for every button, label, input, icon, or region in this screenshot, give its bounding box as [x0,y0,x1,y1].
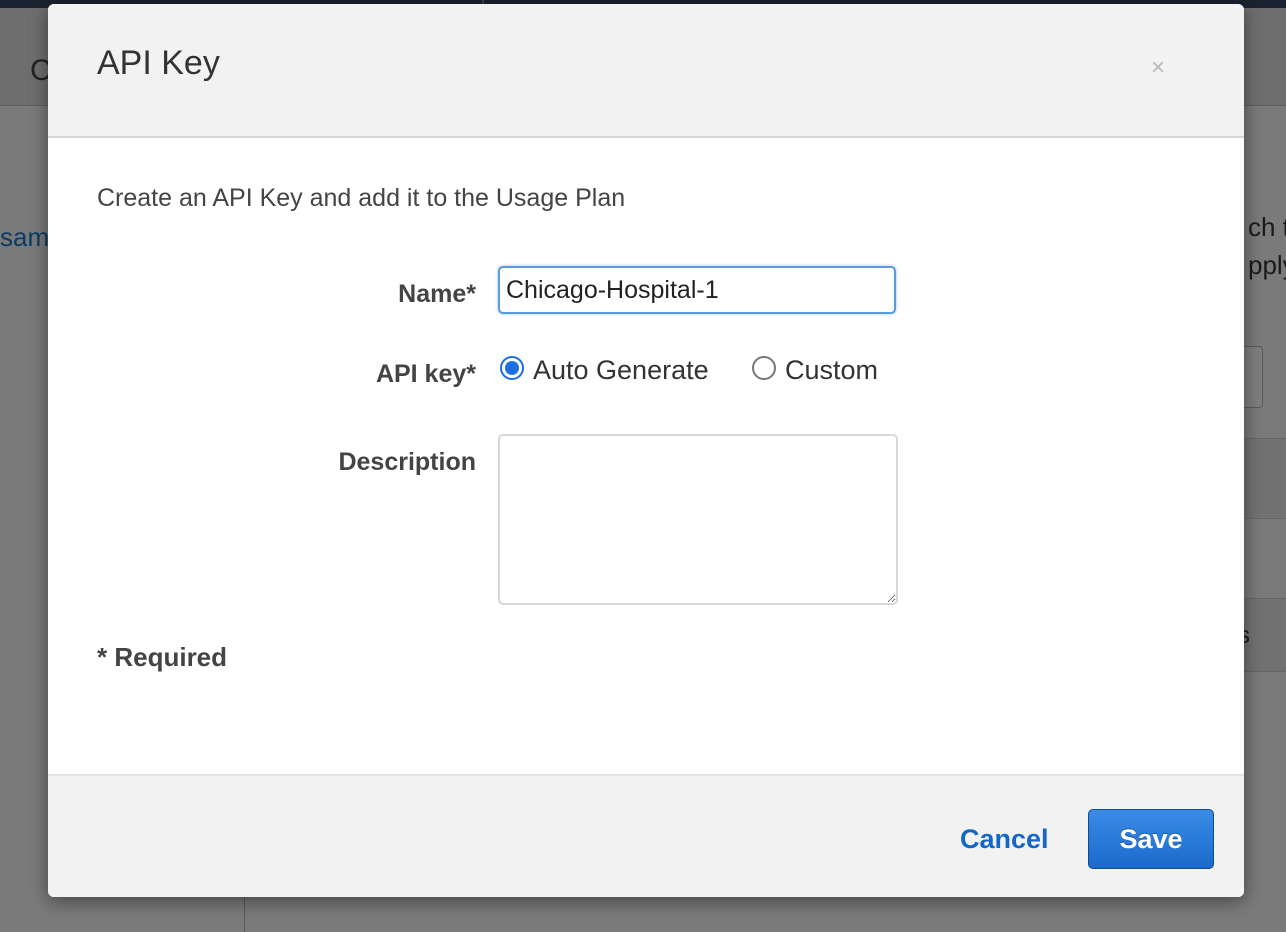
api-key-dialog: API Key × Create an API Key and add it t… [48,4,1244,897]
name-label: Name* [398,280,476,308]
auto-generate-label[interactable]: Auto Generate [533,355,709,386]
description-label: Description [338,448,476,476]
dialog-title: API Key [97,44,220,82]
description-textarea[interactable] [498,434,898,605]
background-right-band-3 [1244,598,1286,672]
save-button[interactable]: Save [1088,809,1214,869]
dialog-footer: Cancel Save [48,774,1244,897]
dialog-intro-text: Create an API Key and add it to the Usag… [97,184,626,212]
api-key-label: API key* [375,360,476,388]
background-left-link: sam [0,222,50,252]
background-right-band-1 [1244,438,1286,520]
background-right-button [1244,346,1263,408]
background-right-band-2 [1244,518,1286,600]
custom-radio[interactable] [752,356,776,380]
auto-generate-radio[interactable] [500,356,524,380]
custom-label[interactable]: Custom [785,355,878,386]
background-right-text-1: ch t [1248,212,1286,242]
close-icon[interactable]: × [1144,54,1172,82]
cancel-button[interactable]: Cancel [960,824,1049,855]
background-right-text-2: pply [1248,250,1286,280]
name-input[interactable] [498,266,896,314]
required-note: * Required [97,642,228,672]
dialog-header: API Key × [48,4,1244,138]
